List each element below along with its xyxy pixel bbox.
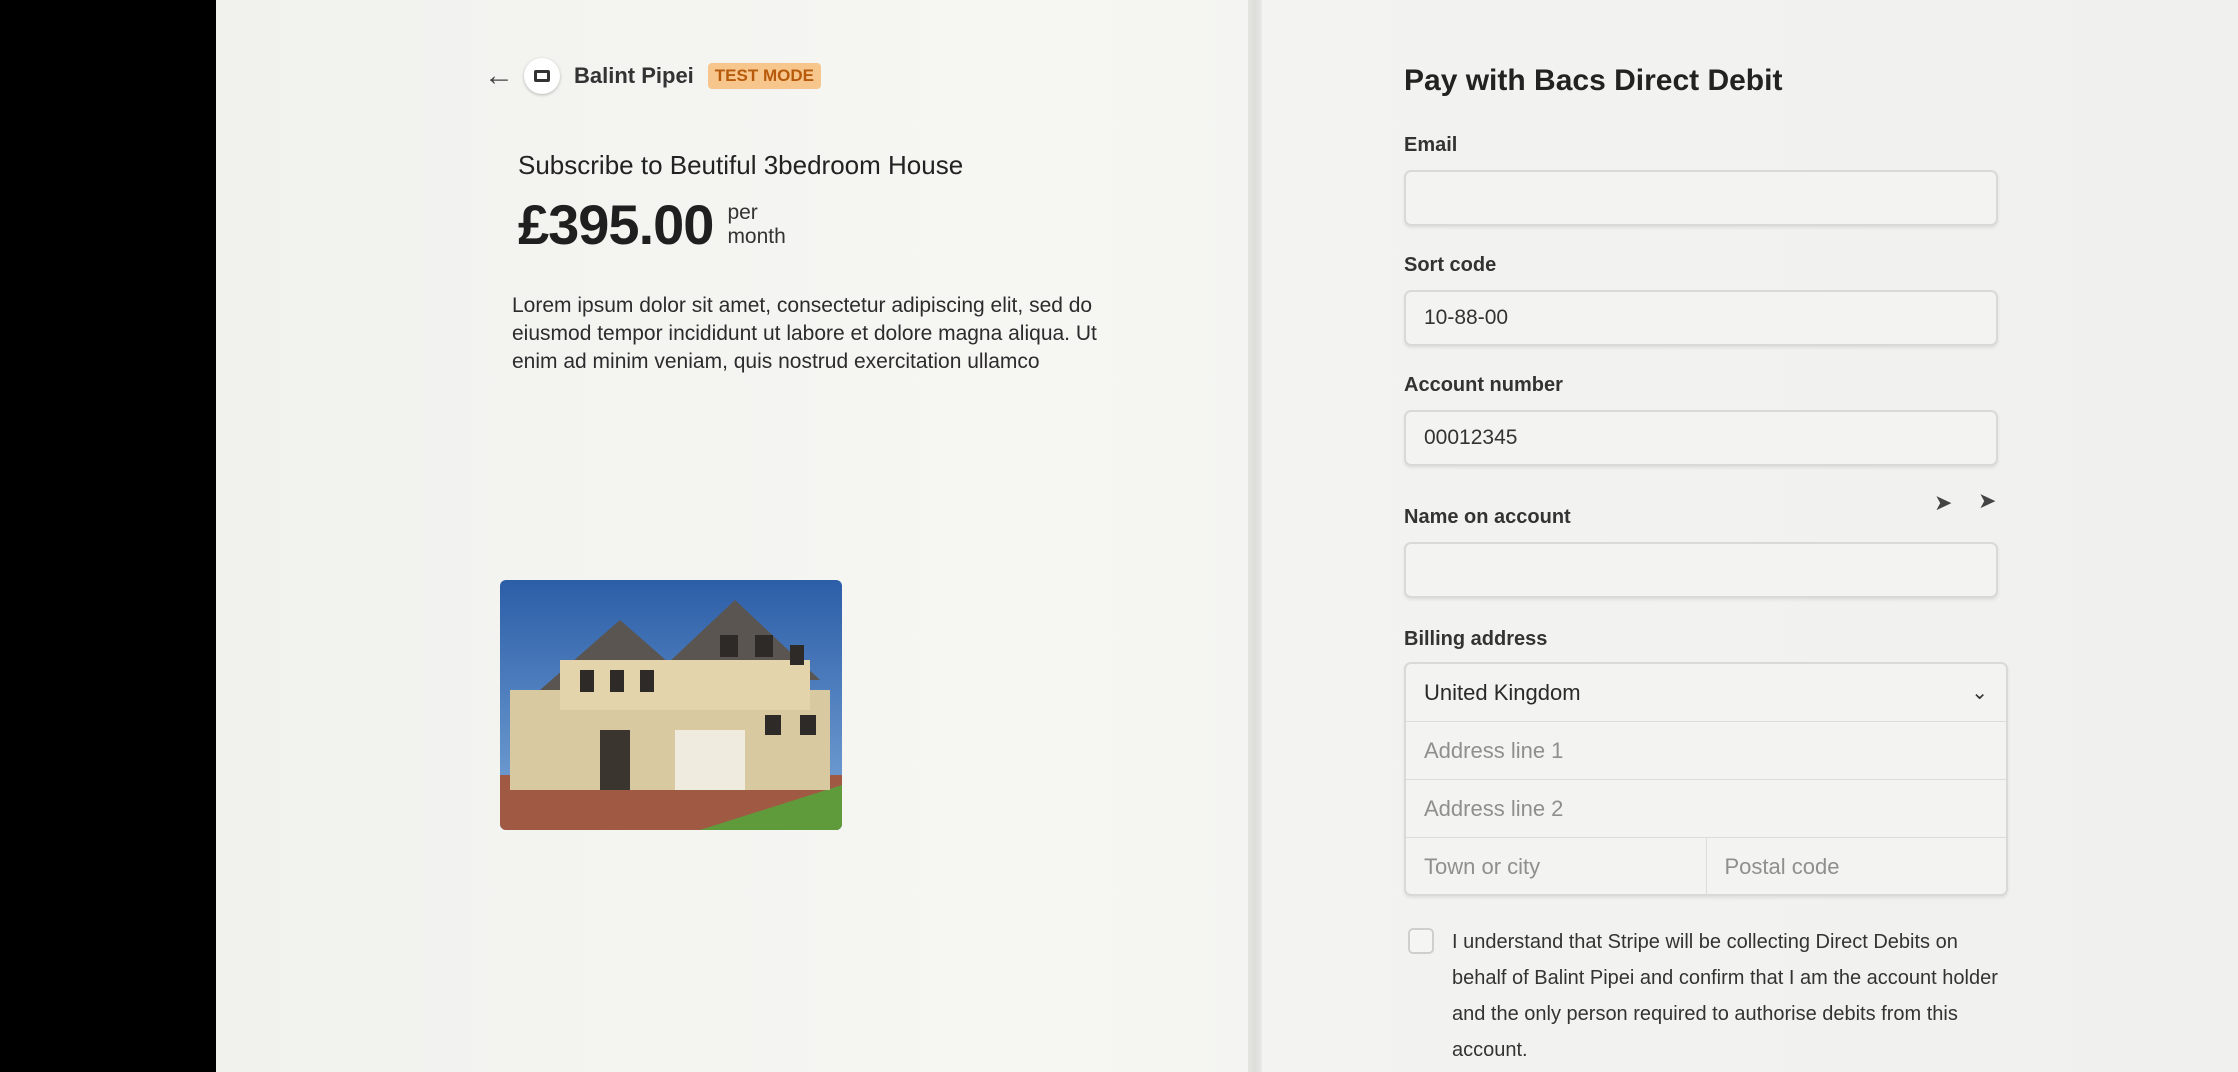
browser-screen: ← Balint Pipei TEST MODE Subscribe to Be…: [216, 0, 2238, 1072]
merchant-name: Balint Pipei: [574, 63, 694, 88]
consent-checkbox[interactable]: [1408, 928, 1434, 954]
name-on-account-field[interactable]: [1404, 542, 1998, 598]
payment-form-panel: Pay with Bacs Direct Debit Email Sort co…: [1262, 0, 2238, 1072]
postal-code-input[interactable]: Postal code: [1707, 838, 2007, 896]
product-image: [500, 580, 842, 830]
sort-code-field[interactable]: 10-88-00: [1404, 290, 1998, 346]
form-title: Pay with Bacs Direct Debit: [1404, 64, 1783, 97]
cursor-icon: ➤: [1934, 490, 1953, 515]
address-line2-input[interactable]: Address line 2: [1406, 780, 2006, 838]
billing-address-label: Billing address: [1404, 628, 1548, 650]
store-icon: [534, 70, 550, 82]
account-number-label: Account number: [1404, 374, 1563, 396]
consent-text: I understand that Stripe will be collect…: [1452, 931, 1998, 1061]
billing-interval: per month: [727, 201, 785, 249]
country-value: United Kingdom: [1424, 679, 1581, 705]
cursor-icon: ➤: [1978, 488, 1997, 513]
price-row: £395.00 per month: [518, 192, 786, 257]
arrow-left-icon[interactable]: ←: [484, 59, 518, 93]
chevron-down-icon: ⌄: [1971, 682, 1988, 704]
town-postal-row: Town or city Postal code: [1406, 838, 2006, 896]
merchant-logo: [524, 58, 560, 94]
account-number-field[interactable]: 00012345: [1404, 410, 1998, 466]
email-field[interactable]: [1404, 170, 1998, 226]
test-mode-badge: TEST MODE: [707, 63, 821, 89]
email-label: Email: [1404, 134, 1458, 156]
name-on-account-label: Name on account: [1404, 506, 1571, 528]
panel-divider: [1248, 0, 1262, 1072]
address-line1-input[interactable]: Address line 1: [1406, 722, 2006, 780]
billing-address-group: United Kingdom ⌄ Address line 1 Address …: [1404, 662, 2008, 896]
price-amount: £395.00: [518, 193, 714, 256]
billing-interval-per: per: [727, 200, 758, 224]
product-summary-panel: ← Balint Pipei TEST MODE Subscribe to Be…: [216, 0, 1248, 1072]
town-input[interactable]: Town or city: [1406, 838, 1707, 896]
merchant-header: ← Balint Pipei TEST MODE: [484, 58, 821, 94]
product-description: Lorem ipsum dolor sit amet, consectetur …: [512, 294, 1097, 373]
country-select[interactable]: United Kingdom ⌄: [1406, 664, 2006, 722]
billing-interval-month: month: [727, 224, 786, 248]
sort-code-label: Sort code: [1404, 254, 1497, 276]
product-title: Subscribe to Beutiful 3bedroom House: [518, 150, 964, 180]
